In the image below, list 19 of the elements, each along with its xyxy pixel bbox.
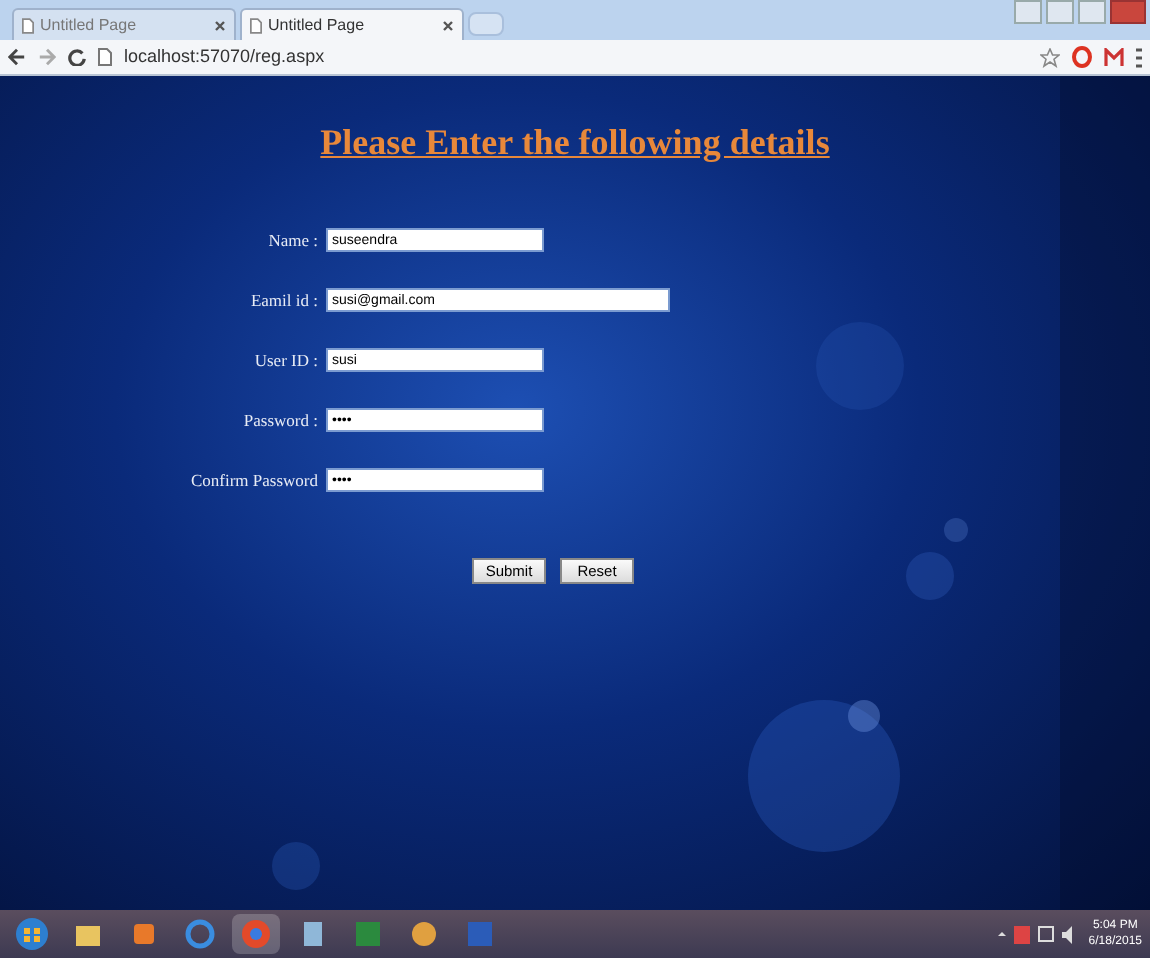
field-label: Eamil id : bbox=[248, 287, 320, 313]
field-label: User ID : bbox=[252, 347, 320, 373]
close-icon[interactable] bbox=[442, 19, 454, 31]
back-arrow-icon[interactable] bbox=[8, 48, 26, 66]
tray-arrow-icon[interactable] bbox=[998, 930, 1007, 938]
browser-tab[interactable]: Untitled Page bbox=[12, 8, 236, 40]
reload-icon[interactable] bbox=[68, 48, 86, 66]
page-icon bbox=[250, 17, 262, 33]
close-icon[interactable] bbox=[214, 19, 226, 31]
page-icon bbox=[22, 17, 34, 33]
field-label: Name : bbox=[266, 227, 320, 253]
page-icon bbox=[98, 48, 112, 66]
field-label: Password : bbox=[241, 407, 320, 433]
page-heading: Please Enter the following details bbox=[320, 120, 830, 166]
star-icon[interactable] bbox=[1040, 47, 1060, 67]
menu-icon[interactable] bbox=[1136, 47, 1142, 67]
browser-tab[interactable]: Untitled Page bbox=[240, 8, 464, 40]
start-orb-icon[interactable] bbox=[14, 916, 50, 952]
field-label: Confirm Password bbox=[188, 467, 320, 493]
